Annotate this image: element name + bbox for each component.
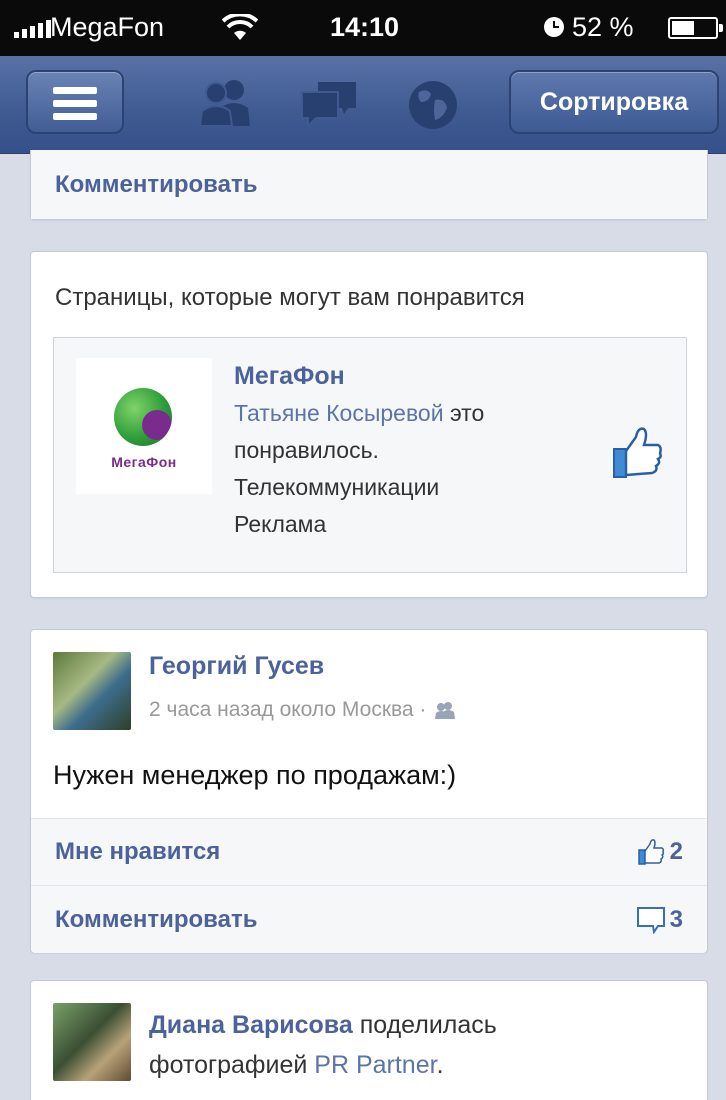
battery-percent: 52 % bbox=[572, 12, 634, 42]
wifi-icon bbox=[222, 14, 258, 40]
post-meta: 2 часа назад около Москва · bbox=[149, 698, 456, 722]
carrier-name: MegaFon bbox=[50, 12, 165, 42]
page-info: МегаФон Татьяне Косыревой это понравилос… bbox=[234, 358, 484, 543]
signal-icon bbox=[14, 20, 51, 38]
suggested-pages-title: Страницы, которые могут вам понравится bbox=[55, 284, 525, 311]
globe-icon[interactable] bbox=[405, 78, 461, 132]
battery-icon bbox=[668, 17, 723, 39]
share-action-object: фотографией bbox=[149, 1051, 308, 1079]
friends-icon bbox=[435, 702, 456, 719]
suggested-pages-card: Страницы, которые могут вам понравится М… bbox=[30, 251, 708, 598]
sort-button[interactable]: Сортировка bbox=[509, 70, 719, 134]
shared-post-card: Диана Варисова поделилась фотографией PR… bbox=[30, 980, 708, 1100]
suggested-page-item[interactable]: МегаФон МегаФон Татьяне Косыревой это по… bbox=[53, 337, 687, 573]
post-card: Георгий Гусев 2 часа назад около Москва … bbox=[30, 629, 708, 953]
share-action: поделилась bbox=[359, 1011, 497, 1039]
like-count-value: 2 bbox=[669, 838, 683, 865]
page-name[interactable]: МегаФон bbox=[234, 358, 484, 395]
avatar[interactable] bbox=[53, 1003, 131, 1081]
share-author[interactable]: Диана Варисова bbox=[149, 1011, 353, 1039]
like-count[interactable]: 2 bbox=[637, 838, 683, 866]
liked-prefix: это bbox=[449, 400, 485, 426]
comment-button[interactable]: Комментировать 3 bbox=[31, 885, 707, 953]
comment-icon bbox=[636, 906, 665, 934]
comment-count-value: 3 bbox=[669, 905, 683, 933]
navigation-bar: Сортировка bbox=[0, 56, 726, 154]
friends-icon[interactable] bbox=[196, 78, 256, 128]
comment-button[interactable]: Комментировать bbox=[31, 150, 707, 219]
liked-suffix: понравилось. bbox=[234, 437, 379, 463]
post-time-location: 2 часа назад около Москва · bbox=[149, 698, 427, 721]
megafon-logo[interactable]: МегаФон bbox=[76, 358, 212, 494]
friend-link[interactable]: Татьяне Косыревой bbox=[234, 400, 444, 426]
messages-icon[interactable] bbox=[298, 78, 360, 128]
previous-post-card: Комментировать bbox=[30, 150, 708, 220]
page-category: Телекоммуникации bbox=[234, 474, 440, 500]
shared-page-link[interactable]: PR Partner bbox=[314, 1051, 436, 1079]
status-bar: MegaFon 14:10 52 % bbox=[0, 0, 726, 56]
menu-icon bbox=[53, 87, 97, 94]
battery-level bbox=[672, 21, 694, 35]
share-text: Диана Варисова поделилась фотографией PR… bbox=[149, 1005, 689, 1085]
alarm-icon bbox=[544, 17, 564, 37]
share-end: . bbox=[436, 1051, 444, 1079]
sponsored-label: Реклама bbox=[234, 511, 327, 537]
like-button[interactable]: Мне нравится 2 bbox=[31, 818, 707, 885]
avatar[interactable] bbox=[53, 652, 131, 730]
post-author[interactable]: Георгий Гусев bbox=[149, 652, 324, 681]
comment-label: Комментировать bbox=[55, 905, 258, 933]
post-text: Нужен менеджер по продажам:) bbox=[53, 760, 457, 790]
like-page-button[interactable] bbox=[612, 425, 664, 481]
logo-text: МегаФон bbox=[111, 454, 177, 470]
like-label: Мне нравится bbox=[55, 838, 221, 865]
comment-count[interactable]: 3 bbox=[636, 906, 683, 934]
thumbs-up-icon bbox=[637, 839, 664, 865]
menu-button[interactable] bbox=[26, 70, 124, 134]
clock: 14:10 bbox=[330, 12, 400, 42]
